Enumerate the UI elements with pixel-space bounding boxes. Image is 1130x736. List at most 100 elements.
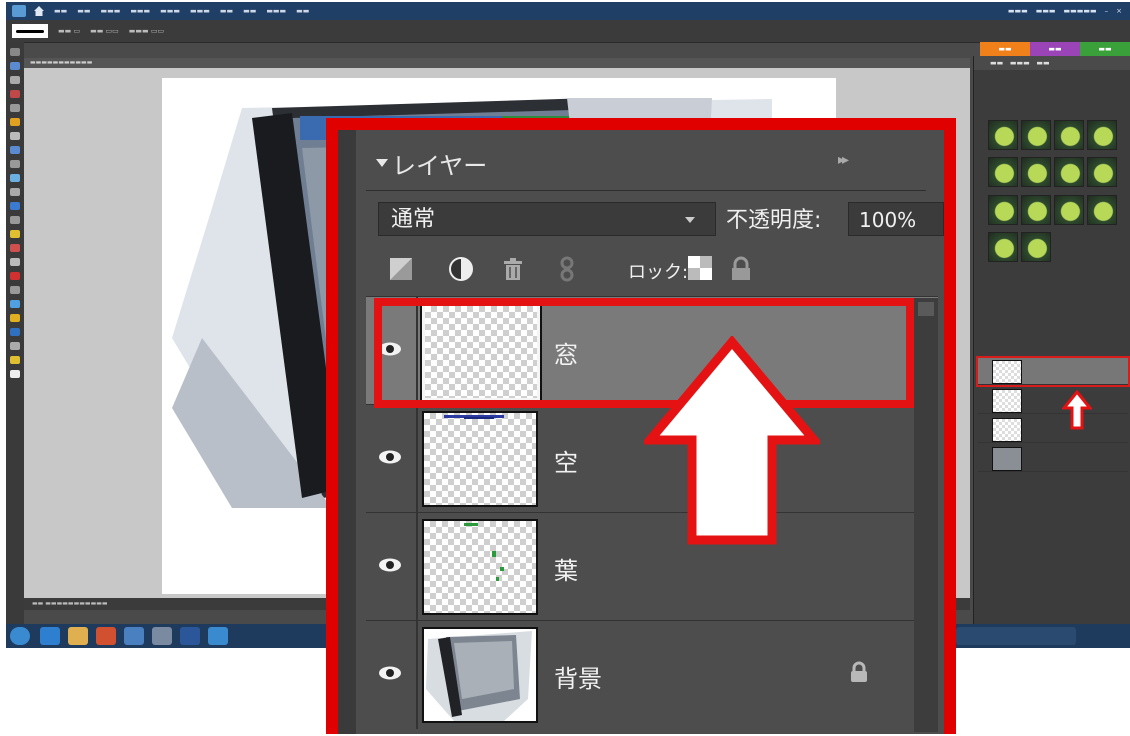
effect-thumbnail[interactable] (1054, 120, 1084, 150)
tool-icon[interactable] (10, 104, 20, 112)
menu-item[interactable]: ▬▬▬ (100, 7, 120, 15)
tool-option[interactable]: ▬▬▬ ▭▭ (129, 27, 164, 35)
panel-title: レイヤー (392, 152, 488, 180)
tool-icon[interactable] (10, 328, 20, 336)
tool-icon[interactable] (10, 272, 20, 280)
mini-layer-row[interactable] (978, 416, 1128, 443)
close-icon[interactable]: × (1116, 7, 1122, 15)
layer-row-background[interactable]: 背景 (366, 620, 938, 729)
mini-layer-thumbnail (992, 360, 1022, 384)
panel-tabs[interactable]: ▬▬ ▬▬▬ ▬▬ (974, 56, 1130, 70)
trash-icon[interactable] (500, 256, 526, 282)
effect-thumbnail[interactable] (988, 157, 1018, 188)
menu-item[interactable]: ▬▬ (77, 7, 90, 15)
effect-thumbnail[interactable] (1021, 120, 1051, 150)
eye-icon[interactable] (378, 665, 402, 681)
tool-icon[interactable] (10, 216, 20, 224)
taskbar-app-icon[interactable] (208, 627, 228, 645)
taskbar-app-icon[interactable] (124, 627, 144, 645)
tool-icon[interactable] (10, 300, 20, 308)
menu-item[interactable]: ▬▬ (220, 7, 233, 15)
effect-thumbnail[interactable] (1087, 194, 1117, 225)
collapse-triangle-icon[interactable] (376, 159, 388, 167)
tool-icon[interactable] (10, 90, 20, 98)
effect-thumbnail[interactable] (1021, 194, 1051, 225)
mini-layer-row[interactable] (978, 387, 1128, 414)
tool-icon[interactable] (10, 244, 20, 252)
background-thumbnail-content (426, 631, 532, 721)
tool-icon[interactable] (10, 146, 20, 154)
tool-icon[interactable] (10, 76, 20, 84)
tool-icon[interactable] (10, 356, 20, 364)
taskbar-app-icon[interactable] (96, 627, 116, 645)
mini-layer-row[interactable] (978, 445, 1128, 472)
tool-icon[interactable] (10, 132, 20, 140)
tool-icon[interactable] (10, 314, 20, 322)
menu-item[interactable]: ▬▬▬▬▬ (1064, 7, 1097, 15)
tool-icon[interactable] (10, 48, 20, 56)
document-tab[interactable]: ▬▬▬▬▬▬▬▬▬▬▬ (24, 58, 970, 68)
layers-panel-header: レイヤー ▸▸ (366, 142, 926, 182)
menu-item[interactable]: ▬▬▬ (130, 7, 150, 15)
tool-icon[interactable] (10, 160, 20, 168)
effect-thumbnail[interactable] (1021, 231, 1051, 262)
mini-layer-row[interactable] (976, 356, 1130, 387)
link-layers-icon[interactable] (554, 256, 580, 282)
effect-thumbnail[interactable] (1021, 157, 1051, 188)
tool-icon[interactable] (10, 118, 20, 126)
effect-thumbnail[interactable] (988, 194, 1018, 225)
brush-preview[interactable] (12, 24, 48, 38)
menu-item[interactable]: ▬▬▬ (190, 7, 210, 15)
tool-icon[interactable] (10, 62, 20, 70)
menu-item[interactable]: ▬▬▬ (1008, 7, 1028, 15)
up-arrow-annotation (644, 336, 820, 545)
mode-tab[interactable]: ▬▬ (980, 42, 1030, 56)
tool-icon[interactable] (10, 370, 20, 378)
menu-item[interactable]: ▬▬ (54, 7, 67, 15)
mini-up-arrow-annotation (1062, 390, 1092, 430)
opacity-field[interactable]: 100% (848, 202, 944, 236)
effect-thumbnail[interactable] (988, 231, 1018, 262)
tool-icon[interactable] (10, 230, 20, 238)
tool-icon[interactable] (10, 258, 20, 266)
taskbar-app-icon[interactable] (68, 627, 88, 645)
taskbar-app-icon[interactable] (40, 627, 60, 645)
menu-item[interactable]: ▬▬ (243, 7, 256, 15)
effect-thumbnail[interactable] (1054, 194, 1084, 225)
scroll-up-button[interactable] (918, 302, 934, 316)
new-layer-icon[interactable] (388, 256, 414, 282)
menu-item[interactable]: ▬▬ (296, 7, 309, 15)
lock-all-icon[interactable] (728, 256, 754, 282)
effect-thumbnail[interactable] (1054, 157, 1084, 188)
panel-menu-icon[interactable]: ▸▸ (838, 152, 849, 168)
effect-thumbnail[interactable] (1087, 157, 1117, 188)
menu-item[interactable]: ▬▬▬ (160, 7, 180, 15)
mode-tab[interactable]: ▬▬ (1030, 42, 1080, 56)
tool-option[interactable]: ▬▬ ▭▭ (90, 27, 119, 35)
tool-icon[interactable] (10, 188, 20, 196)
tool-icon[interactable] (10, 342, 20, 350)
effect-thumbnail[interactable] (988, 120, 1018, 150)
taskbar-app-icon[interactable] (152, 627, 172, 645)
start-button[interactable] (10, 627, 30, 645)
eye-icon[interactable] (378, 557, 402, 573)
lock-transparency-icon[interactable] (688, 256, 712, 280)
tool-icon[interactable] (10, 174, 20, 182)
tool-icon[interactable] (10, 202, 20, 210)
menu-item[interactable]: ▬▬▬ (1036, 7, 1056, 15)
tool-icon[interactable] (10, 286, 20, 294)
layer-name: 葉 (554, 557, 578, 585)
effect-thumbnail[interactable] (1087, 120, 1117, 150)
minimize-icon[interactable]: – (1105, 7, 1109, 15)
taskbar-app-icon[interactable] (180, 627, 200, 645)
tool-option[interactable]: ▬▬ ▭ (58, 27, 80, 35)
eye-icon[interactable] (378, 449, 402, 465)
mode-tab[interactable]: ▬▬ (1080, 42, 1130, 56)
tray-icons[interactable] (956, 627, 1076, 645)
adjustment-layer-icon[interactable] (448, 256, 474, 282)
scrollbar[interactable] (914, 298, 938, 732)
home-icon[interactable] (34, 6, 44, 16)
zoomed-callout-frame: レイヤー ▸▸ 通常 不透明度: 100% ロック: 窓 空 葉 背景 (326, 118, 956, 734)
blend-mode-select[interactable]: 通常 (378, 202, 716, 236)
menu-item[interactable]: ▬▬▬ (266, 7, 286, 15)
